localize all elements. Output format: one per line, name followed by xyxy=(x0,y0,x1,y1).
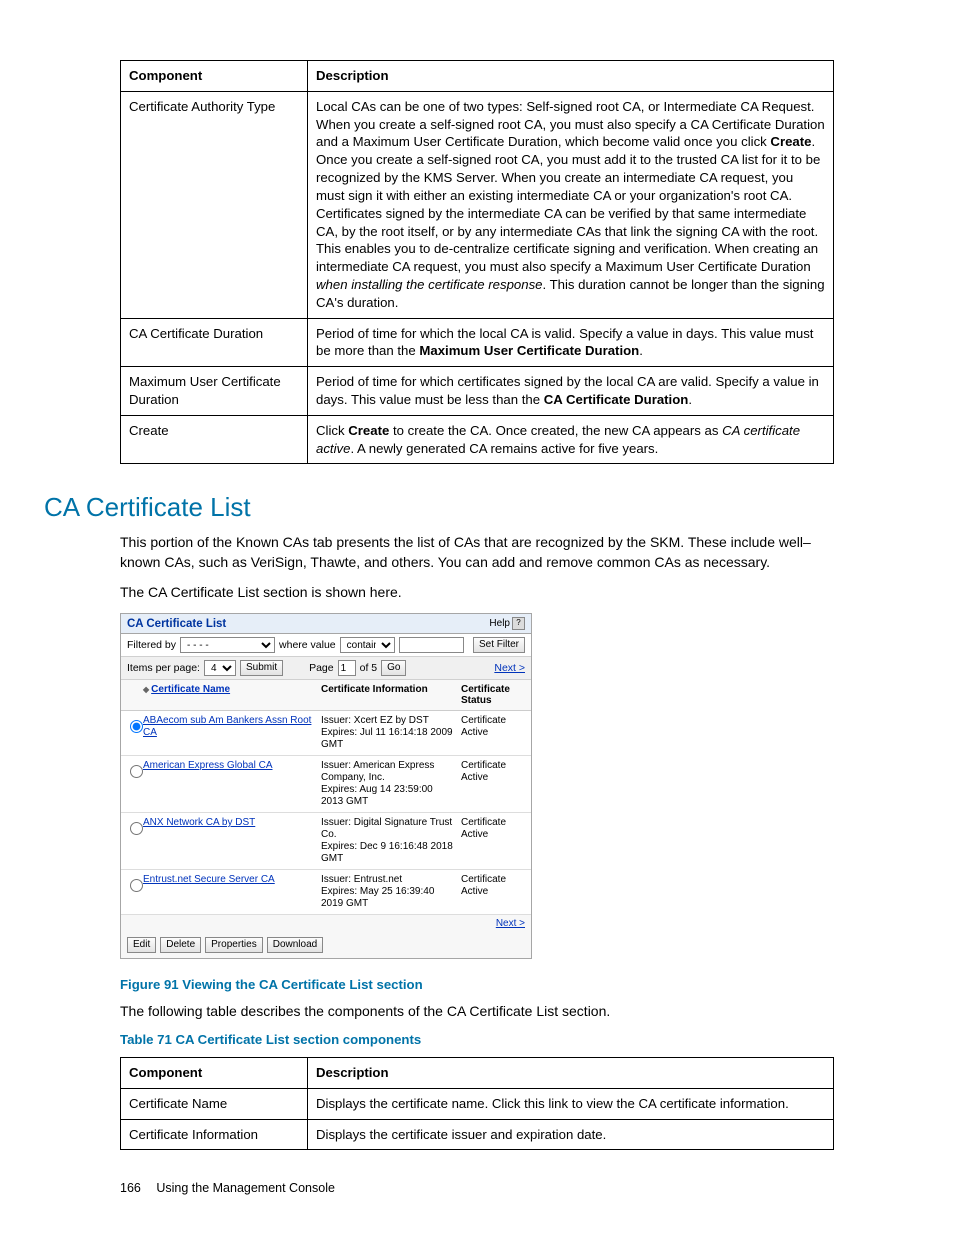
cert-info: Issuer: American Express Company, Inc.Ex… xyxy=(317,756,457,812)
ipp-label: Items per page: xyxy=(127,662,200,674)
where-label: where value xyxy=(279,639,336,651)
table-cell-description: Period of time for which the local CA is… xyxy=(308,318,834,367)
t2-h2: Description xyxy=(308,1057,834,1088)
cert-status: Certificate Active xyxy=(457,711,527,755)
page-input[interactable] xyxy=(338,660,356,676)
cert-info: Issuer: Xcert EZ by DSTExpires: Jul 11 1… xyxy=(317,711,457,755)
cert-info: Issuer: Entrust.netExpires: May 25 16:39… xyxy=(317,870,457,914)
table-cell-component: CA Certificate Duration xyxy=(121,318,308,367)
pager-row: Items per page: 4 Submit Page of 5 Go Ne… xyxy=(121,657,531,680)
delete-button[interactable]: Delete xyxy=(160,937,201,953)
component-table-2: Component Description Certificate NameDi… xyxy=(120,1057,834,1150)
table-cell-description: Displays the certificate issuer and expi… xyxy=(308,1119,834,1150)
panel-title: CA Certificate List xyxy=(127,618,226,630)
col-cert-status: Certificate Status xyxy=(457,680,527,710)
ca-list-panel: CA Certificate List Help ? Filtered by -… xyxy=(120,613,532,959)
set-filter-button[interactable]: Set Filter xyxy=(473,637,525,653)
col-cert-name: Certificate Name xyxy=(139,680,317,710)
go-button[interactable]: Go xyxy=(381,660,406,676)
cert-status: Certificate Active xyxy=(457,756,527,812)
table-cell-description: Click Create to create the CA. Once crea… xyxy=(308,415,834,464)
table-cell-component: Certificate Authority Type xyxy=(121,91,308,318)
edit-button[interactable]: Edit xyxy=(127,937,156,953)
section-heading: CA Certificate List xyxy=(44,492,834,523)
table-row: American Express Global CA Issuer: Americ… xyxy=(121,756,531,813)
table-cell-component: Create xyxy=(121,415,308,464)
section-p1: This portion of the Known CAs tab presen… xyxy=(120,533,834,573)
section-p3: The following table describes the compon… xyxy=(120,1002,834,1022)
table-cell-component: Certificate Information xyxy=(121,1119,308,1150)
table-row: ANX Network CA by DST Issuer: Digital Sig… xyxy=(121,813,531,870)
col-cert-info: Certificate Information xyxy=(317,680,457,710)
table-cell-description: Displays the certificate name. Click thi… xyxy=(308,1088,834,1119)
download-button[interactable]: Download xyxy=(267,937,323,953)
page-number: 166 xyxy=(120,1181,141,1195)
table-cell-component: Maximum User Certificate Duration xyxy=(121,367,308,416)
table-caption: Table 71 CA Certificate List section com… xyxy=(120,1032,834,1047)
filter-row: Filtered by - - - - where value contains… xyxy=(121,634,531,657)
properties-button[interactable]: Properties xyxy=(205,937,263,953)
cert-name-link[interactable]: Entrust.net Secure Server CA xyxy=(143,874,275,885)
filter-value-input[interactable] xyxy=(399,637,464,653)
next-link-top[interactable]: Next > xyxy=(494,662,525,674)
cert-status: Certificate Active xyxy=(457,813,527,869)
cert-status: Certificate Active xyxy=(457,870,527,914)
submit-button[interactable]: Submit xyxy=(240,660,283,676)
help-link[interactable]: Help ? xyxy=(489,617,525,630)
cert-name-link[interactable]: American Express Global CA xyxy=(143,760,273,771)
page-of-label: of 5 xyxy=(360,662,378,674)
filter-field-select[interactable]: - - - - xyxy=(180,637,275,653)
table-cell-description: Local CAs can be one of two types: Self-… xyxy=(308,91,834,318)
ca-row-header: Certificate Name Certificate Information… xyxy=(121,680,531,711)
help-label: Help xyxy=(489,618,510,629)
page-label: Page xyxy=(309,662,334,674)
filtered-by-label: Filtered by xyxy=(127,639,176,651)
table-cell-component: Certificate Name xyxy=(121,1088,308,1119)
t2-h1: Component xyxy=(121,1057,308,1088)
ipp-select[interactable]: 4 xyxy=(204,660,236,676)
next-link-bottom[interactable]: Next > xyxy=(496,918,525,929)
footer-title: Using the Management Console xyxy=(156,1181,335,1195)
table-row: ABAecom sub Am Bankers Assn Root CA Issue… xyxy=(121,711,531,756)
table-cell-description: Period of time for which certificates si… xyxy=(308,367,834,416)
cert-name-link[interactable]: ABAecom sub Am Bankers Assn Root CA xyxy=(143,715,311,738)
cert-info: Issuer: Digital Signature Trust Co.Expir… xyxy=(317,813,457,869)
table-row: Entrust.net Secure Server CA Issuer: Entr… xyxy=(121,870,531,915)
where-op-select[interactable]: contains xyxy=(340,637,395,653)
page-footer: 166 Using the Management Console xyxy=(120,1181,335,1195)
component-table-1: Component Description Certificate Author… xyxy=(120,60,834,464)
section-p2: The CA Certificate List section is shown… xyxy=(120,583,834,603)
figure-caption: Figure 91 Viewing the CA Certificate Lis… xyxy=(120,977,834,992)
t1-h2: Description xyxy=(308,61,834,92)
cert-name-link[interactable]: ANX Network CA by DST xyxy=(143,817,255,828)
t1-h1: Component xyxy=(121,61,308,92)
help-icon: ? xyxy=(512,617,525,630)
